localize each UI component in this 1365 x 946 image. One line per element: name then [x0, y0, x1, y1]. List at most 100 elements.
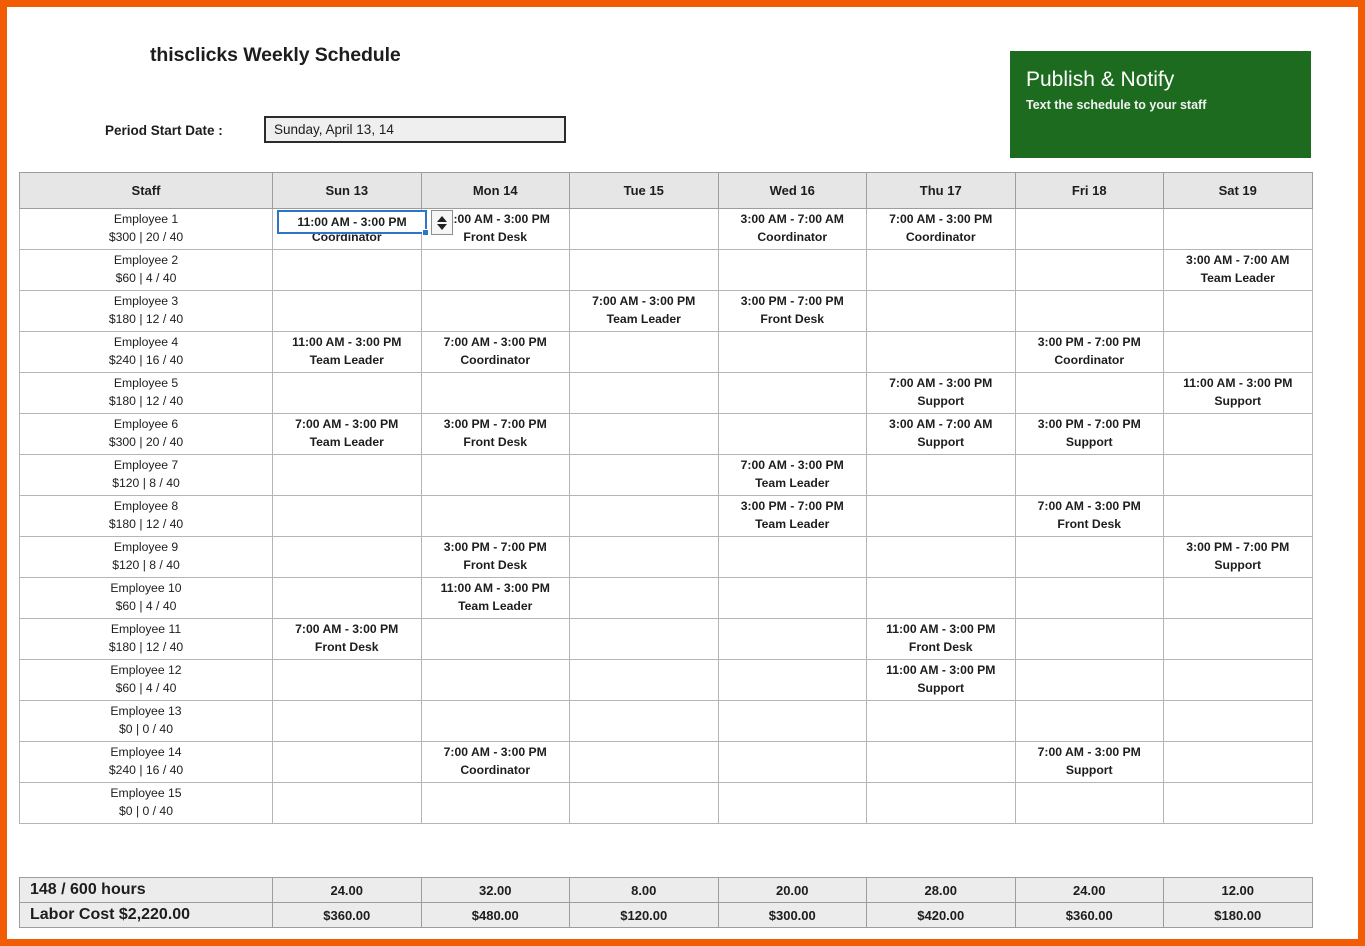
empty-shift-cell[interactable] [569, 249, 719, 291]
shift-cell[interactable]: 11:00 AM - 3:00 PM Support [1163, 372, 1313, 414]
empty-shift-cell[interactable] [1014, 372, 1164, 414]
empty-shift-cell[interactable] [717, 659, 867, 701]
empty-shift-cell[interactable] [1014, 249, 1164, 291]
column-header-day-1[interactable]: Sun 13 [272, 172, 422, 209]
empty-shift-cell[interactable] [717, 700, 867, 742]
shift-cell[interactable]: 7:00 AM - 3:00 PM Front Desk [1014, 495, 1164, 537]
shift-cell[interactable]: 11:00 AM - 3:00 PM Team Leader [272, 331, 422, 373]
selected-cell[interactable]: 11:00 AM - 3:00 PM [277, 210, 429, 236]
column-header-day-6[interactable]: Fri 18 [1014, 172, 1164, 209]
empty-shift-cell[interactable] [420, 290, 570, 332]
empty-shift-cell[interactable] [866, 741, 1016, 783]
empty-shift-cell[interactable] [272, 700, 422, 742]
empty-shift-cell[interactable] [1163, 577, 1313, 619]
shift-cell[interactable]: 3:00 PM - 7:00 PM Support [1163, 536, 1313, 578]
staff-cell[interactable]: Employee 2 $60 | 4 / 40 [19, 249, 273, 291]
empty-shift-cell[interactable] [1163, 454, 1313, 496]
empty-shift-cell[interactable] [1014, 208, 1164, 250]
empty-shift-cell[interactable] [272, 782, 422, 824]
down-arrow-icon[interactable] [437, 223, 447, 230]
empty-shift-cell[interactable] [1014, 659, 1164, 701]
empty-shift-cell[interactable] [569, 618, 719, 660]
shift-cell[interactable]: 3:00 PM - 7:00 PM Front Desk [717, 290, 867, 332]
up-arrow-icon[interactable] [437, 215, 447, 222]
shift-cell[interactable]: 7:00 AM - 3:00 PM Coordinator [420, 331, 570, 373]
shift-cell[interactable]: 7:00 AM - 3:00 PM Team Leader [569, 290, 719, 332]
empty-shift-cell[interactable] [1014, 618, 1164, 660]
empty-shift-cell[interactable] [420, 495, 570, 537]
empty-shift-cell[interactable] [569, 413, 719, 455]
empty-shift-cell[interactable] [717, 536, 867, 578]
empty-shift-cell[interactable] [1014, 700, 1164, 742]
empty-shift-cell[interactable] [1163, 331, 1313, 373]
empty-shift-cell[interactable] [1014, 577, 1164, 619]
shift-cell[interactable]: 11:00 AM - 3:00 PM Front Desk [866, 618, 1016, 660]
empty-shift-cell[interactable] [717, 618, 867, 660]
empty-shift-cell[interactable] [569, 577, 719, 619]
staff-cell[interactable]: Employee 3 $180 | 12 / 40 [19, 290, 273, 332]
empty-shift-cell[interactable] [272, 741, 422, 783]
shift-cell[interactable]: 3:00 AM - 7:00 AM Team Leader [1163, 249, 1313, 291]
shift-cell[interactable]: 3:00 AM - 7:00 AM Coordinator [717, 208, 867, 250]
empty-shift-cell[interactable] [420, 618, 570, 660]
empty-shift-cell[interactable] [866, 454, 1016, 496]
staff-cell[interactable]: Employee 5 $180 | 12 / 40 [19, 372, 273, 414]
empty-shift-cell[interactable] [1014, 454, 1164, 496]
shift-cell[interactable]: 11:00 AM - 3:00 PM Support [866, 659, 1016, 701]
empty-shift-cell[interactable] [1014, 782, 1164, 824]
shift-cell[interactable]: 11:00 AM - 3:00 PM Team Leader [420, 577, 570, 619]
empty-shift-cell[interactable] [272, 577, 422, 619]
empty-shift-cell[interactable] [1163, 782, 1313, 824]
empty-shift-cell[interactable] [420, 659, 570, 701]
shift-cell[interactable]: 7:00 AM - 3:00 PM Support [866, 372, 1016, 414]
shift-cell[interactable]: 3:00 AM - 7:00 AM Support [866, 413, 1016, 455]
empty-shift-cell[interactable] [272, 290, 422, 332]
column-header-day-7[interactable]: Sat 19 [1163, 172, 1313, 209]
shift-cell[interactable]: 7:00 AM - 3:00 PM Coordinator [420, 741, 570, 783]
shift-cell[interactable]: 3:00 PM - 7:00 PM Front Desk [420, 413, 570, 455]
empty-shift-cell[interactable] [272, 249, 422, 291]
empty-shift-cell[interactable] [420, 249, 570, 291]
staff-cell[interactable]: Employee 15 $0 | 0 / 40 [19, 782, 273, 824]
publish-and-notify-button[interactable]: Publish & Notify Text the schedule to yo… [1010, 51, 1311, 158]
shift-cell[interactable]: 7:00 AM - 3:00 PM Support [1014, 741, 1164, 783]
empty-shift-cell[interactable] [420, 700, 570, 742]
staff-cell[interactable]: Employee 7 $120 | 8 / 40 [19, 454, 273, 496]
empty-shift-cell[interactable] [866, 577, 1016, 619]
empty-shift-cell[interactable] [866, 536, 1016, 578]
staff-cell[interactable]: Employee 9 $120 | 8 / 40 [19, 536, 273, 578]
empty-shift-cell[interactable] [717, 413, 867, 455]
shift-cell[interactable]: 7:00 AM - 3:00 PM Coordinator [866, 208, 1016, 250]
empty-shift-cell[interactable] [1163, 495, 1313, 537]
empty-shift-cell[interactable] [1163, 413, 1313, 455]
staff-cell[interactable]: Employee 8 $180 | 12 / 40 [19, 495, 273, 537]
shift-cell[interactable]: 3:00 PM - 7:00 PM Coordinator [1014, 331, 1164, 373]
empty-shift-cell[interactable] [717, 249, 867, 291]
column-header-staff[interactable]: Staff [19, 172, 273, 209]
staff-cell[interactable]: Employee 6 $300 | 20 / 40 [19, 413, 273, 455]
column-header-day-5[interactable]: Thu 17 [866, 172, 1016, 209]
empty-shift-cell[interactable] [1163, 741, 1313, 783]
empty-shift-cell[interactable] [569, 208, 719, 250]
shift-cell[interactable]: 3:00 PM - 7:00 PM Front Desk [420, 536, 570, 578]
empty-shift-cell[interactable] [1163, 700, 1313, 742]
empty-shift-cell[interactable] [420, 372, 570, 414]
staff-cell[interactable]: Employee 13 $0 | 0 / 40 [19, 700, 273, 742]
empty-shift-cell[interactable] [569, 372, 719, 414]
empty-shift-cell[interactable] [717, 741, 867, 783]
empty-shift-cell[interactable] [717, 372, 867, 414]
shift-cell[interactable]: 7:00 AM - 3:00 PM Team Leader [272, 413, 422, 455]
staff-cell[interactable]: Employee 11 $180 | 12 / 40 [19, 618, 273, 660]
empty-shift-cell[interactable] [1163, 290, 1313, 332]
staff-cell[interactable]: Employee 14 $240 | 16 / 40 [19, 741, 273, 783]
shift-cell[interactable]: 7:00 AM - 3:00 PM Team Leader [717, 454, 867, 496]
empty-shift-cell[interactable] [717, 577, 867, 619]
empty-shift-cell[interactable] [272, 372, 422, 414]
empty-shift-cell[interactable] [866, 700, 1016, 742]
column-header-day-4[interactable]: Wed 16 [717, 172, 867, 209]
empty-shift-cell[interactable] [1014, 536, 1164, 578]
shift-cell[interactable]: 3:00 PM - 7:00 PM Support [1014, 413, 1164, 455]
empty-shift-cell[interactable] [420, 454, 570, 496]
empty-shift-cell[interactable] [569, 454, 719, 496]
column-header-day-2[interactable]: Mon 14 [420, 172, 570, 209]
